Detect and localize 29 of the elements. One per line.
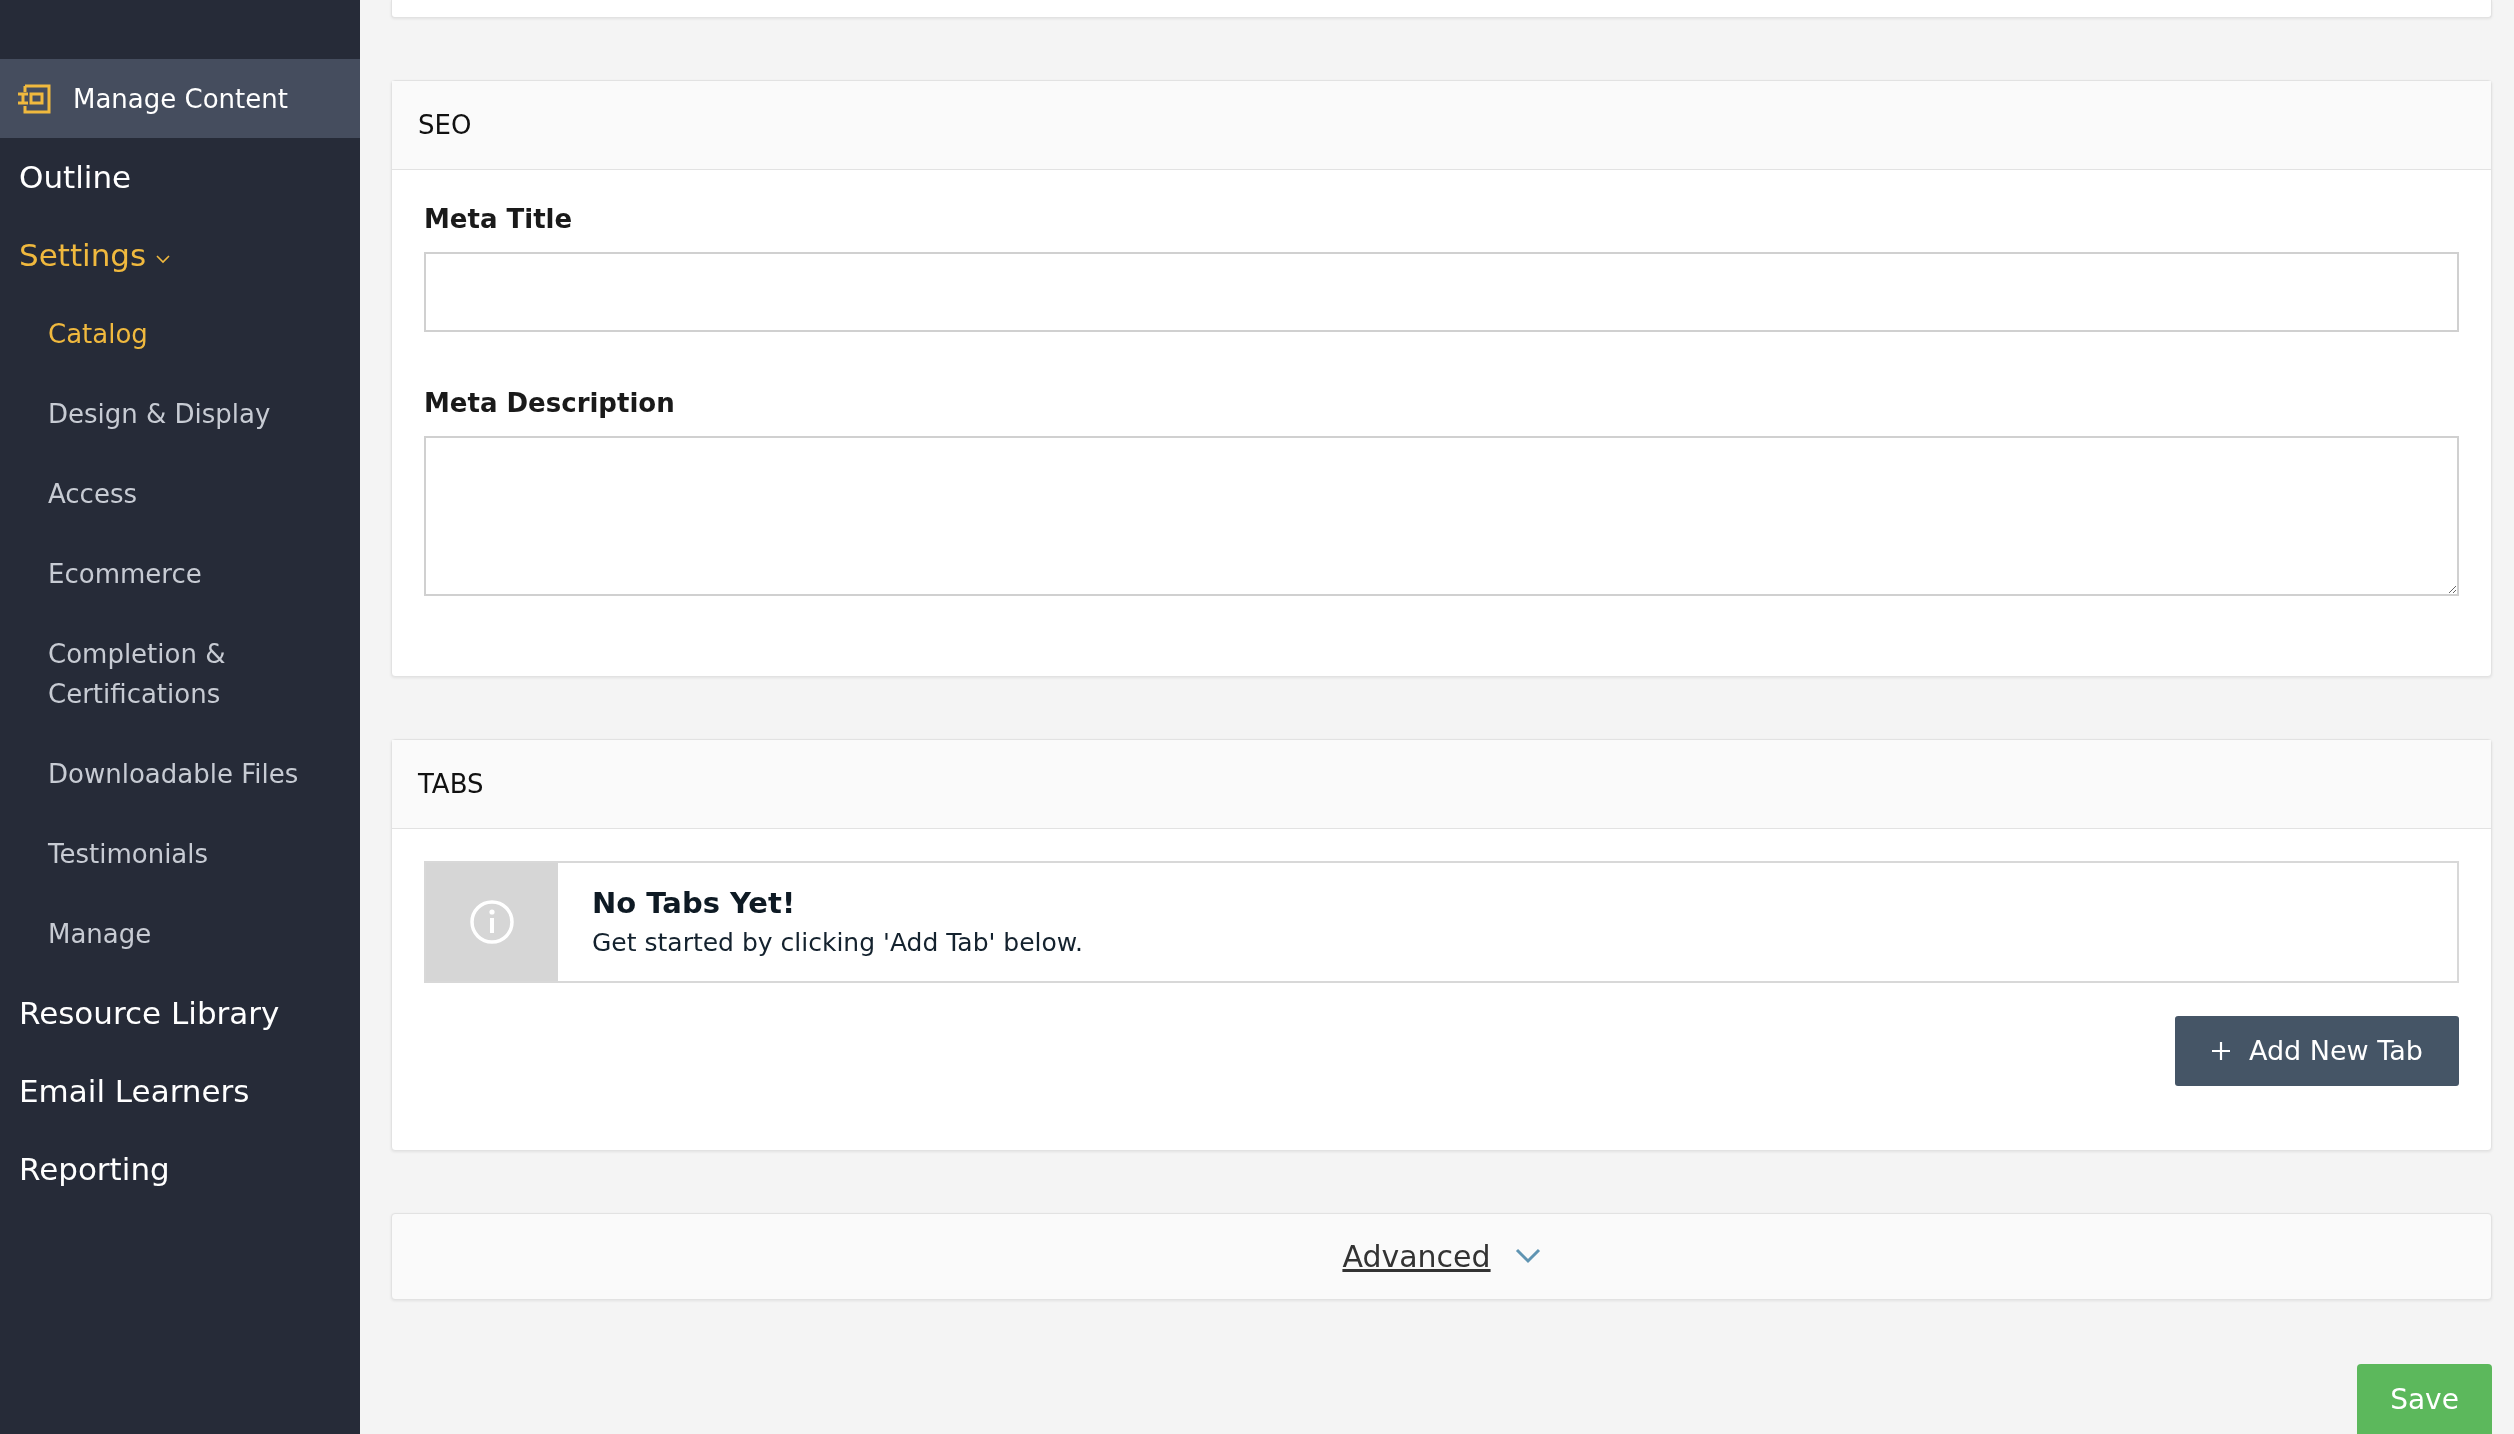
section-title: SEO bbox=[392, 80, 2491, 170]
textarea-field[interactable] bbox=[424, 435, 2459, 596]
module-icon bbox=[17, 83, 51, 114]
field-label: Meta Description bbox=[424, 387, 676, 418]
sidebar-subitem[interactable]: Access bbox=[0, 454, 338, 534]
sidebar-subitem[interactable]: Downloadable Files bbox=[0, 734, 338, 814]
add-tab-button[interactable]: Add New Tab bbox=[2174, 1015, 2459, 1086]
info-icon bbox=[469, 898, 515, 945]
section-title: TABS bbox=[392, 739, 2491, 829]
notice-title: No Tabs Yet! bbox=[592, 886, 797, 921]
sidebar-subitem[interactable]: Manage bbox=[0, 894, 338, 974]
sidebar-item[interactable]: Reporting bbox=[0, 1130, 360, 1208]
advanced-toggle[interactable]: Advanced bbox=[1338, 1234, 1545, 1278]
sidebar-subitem[interactable]: Testimonials bbox=[0, 814, 338, 894]
field-label: Meta Title bbox=[424, 203, 574, 234]
sidebar-subitem[interactable]: Completion & Certifications bbox=[0, 614, 338, 734]
notice-text: Get started by clicking 'Add Tab' below. bbox=[592, 928, 1083, 958]
sidebar-item[interactable]: Outline bbox=[0, 138, 360, 216]
sidebar-item[interactable]: Email Learners bbox=[0, 1052, 360, 1130]
plus-icon bbox=[2210, 1040, 2231, 1061]
chevron-icon bbox=[1514, 1248, 1541, 1265]
sidebar-subitem[interactable]: Design & Display bbox=[0, 374, 338, 454]
sidebar-subitem[interactable]: Ecommerce bbox=[0, 534, 338, 614]
sidebar-item[interactable]: Settings bbox=[0, 216, 360, 294]
sidebar-item[interactable]: Resource Library bbox=[0, 974, 360, 1052]
input-field[interactable] bbox=[424, 251, 2459, 332]
sidebar-subitem[interactable]: Catalog bbox=[0, 294, 338, 374]
caret-icon bbox=[156, 254, 171, 264]
sidebar-header-item[interactable]: Manage Content bbox=[0, 59, 360, 138]
